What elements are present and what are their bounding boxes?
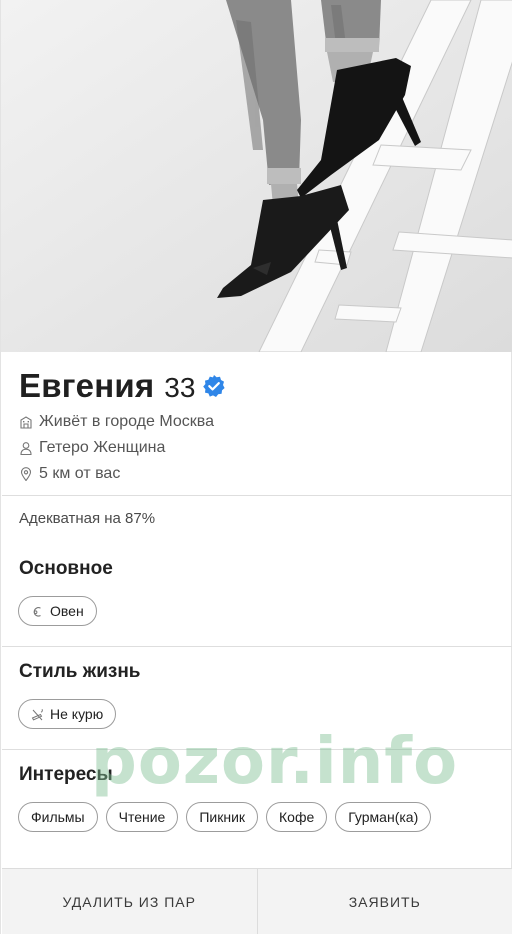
interest-chips: Фильмы Чтение Пикник Кофе Гурман(ка): [18, 802, 432, 832]
profile-age: 33: [164, 371, 196, 403]
location-row: Живёт в городе Москва: [19, 411, 214, 433]
chip-label: Овен: [50, 603, 84, 619]
location-pin-icon: [19, 467, 33, 481]
chip-interest-picnic[interactable]: Пикник: [186, 802, 259, 832]
verified-badge-icon: [203, 375, 226, 397]
profile-photo[interactable]: [1, 0, 512, 352]
photo-illustration: [1, 0, 512, 352]
watermark: pozor.info: [91, 725, 459, 799]
chip-no-smoking[interactable]: Не курю: [18, 699, 117, 729]
divider: [2, 749, 512, 750]
action-bar: УДАЛИТЬ ИЗ ПАР ЗАЯВИТЬ: [2, 868, 512, 934]
chip-interest-reading[interactable]: Чтение: [105, 802, 179, 832]
distance-text: 5 км от вас: [39, 465, 121, 482]
no-smoking-icon: [31, 708, 44, 721]
profile-name: Евгения: [19, 367, 155, 404]
chip-interest-gourmet[interactable]: Гурман(ка): [335, 802, 432, 832]
chip-zodiac[interactable]: Овен: [18, 596, 97, 626]
chip-label: Не курю: [50, 706, 104, 722]
divider: [2, 646, 512, 647]
main-chips: Овен: [18, 596, 97, 626]
profile-card: Евгения 33 Живёт в городе Москва Гетеро …: [0, 0, 512, 934]
lifestyle-chips: Не курю: [18, 699, 117, 729]
section-title-main: Основное: [19, 558, 113, 579]
chip-interest-films[interactable]: Фильмы: [18, 802, 98, 832]
section-title-lifestyle: Стиль жизнь: [19, 661, 141, 682]
location-text: Живёт в городе Москва: [39, 413, 214, 430]
distance-row: 5 км от вас: [19, 463, 120, 485]
section-title-interests: Интересы: [19, 764, 113, 785]
zodiac-icon: [31, 605, 44, 618]
report-button[interactable]: ЗАЯВИТЬ: [256, 869, 512, 934]
orientation-row: Гетеро Женщина: [19, 437, 165, 459]
divider: [2, 495, 512, 496]
building-icon: [19, 415, 33, 429]
chip-interest-coffee[interactable]: Кофе: [266, 802, 328, 832]
person-icon: [19, 441, 33, 455]
name-row: Евгения 33: [19, 366, 226, 406]
orientation-text: Гетеро Женщина: [39, 439, 166, 456]
adequacy-text: Адекватная на 87%: [19, 510, 156, 527]
remove-from-pairs-button[interactable]: УДАЛИТЬ ИЗ ПАР: [2, 869, 257, 934]
